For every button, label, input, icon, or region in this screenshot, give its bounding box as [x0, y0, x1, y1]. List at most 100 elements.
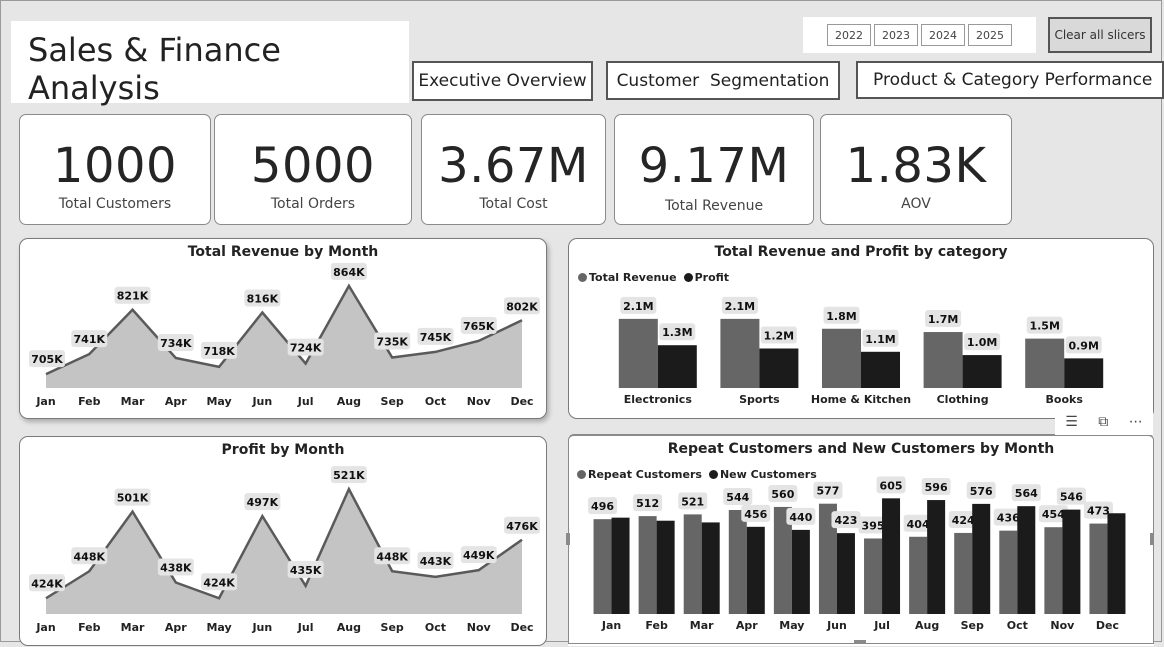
data-label: 576: [970, 485, 993, 498]
data-label: 546: [1060, 491, 1083, 504]
data-label: 724K: [290, 342, 322, 355]
x-tick-label: Aug: [915, 619, 939, 632]
data-label: 596: [925, 481, 948, 494]
revenue-by-month-panel[interactable]: Total Revenue by Month 705K Jan 741K Feb 821…: [19, 238, 547, 419]
kpi-card-aov: 1.83K AOV: [820, 114, 1012, 225]
data-label: 424K: [203, 576, 235, 589]
bar: [656, 520, 675, 614]
data-label: 734K: [160, 337, 192, 350]
year-2023-button[interactable]: 2023: [874, 24, 918, 46]
bar: [836, 533, 855, 614]
bar: [923, 332, 963, 388]
data-label: 765K: [463, 320, 495, 333]
kpi-label: Total Customers: [58, 196, 172, 212]
data-label: 1.1M: [865, 333, 895, 346]
x-tick-label: Aug: [337, 621, 361, 634]
x-tick-label: Oct: [1007, 619, 1028, 632]
bar: [593, 519, 612, 614]
kpi-label: Total Orders: [270, 196, 356, 212]
data-label: 473: [1087, 505, 1110, 518]
x-tick-label: Apr: [736, 619, 758, 632]
x-tick-label: Jun: [251, 395, 272, 408]
data-label: 735K: [376, 335, 408, 348]
kpi-card-total-customers: 1000 Total Customers: [19, 114, 211, 225]
revenue-profit-category-panel[interactable]: Total Revenue and Profit by category Tot…: [568, 238, 1154, 419]
year-slicer: 2022 2023 2024 2025: [803, 17, 1036, 53]
nav-executive-overview[interactable]: Executive Overview: [412, 61, 593, 101]
data-label: 544: [726, 491, 749, 504]
x-tick-label: May: [206, 395, 231, 408]
x-tick-label: Nov: [467, 621, 492, 634]
data-label: 512: [636, 497, 659, 510]
bar: [1025, 338, 1065, 388]
clear-slicers-button[interactable]: Clear all slicers: [1048, 17, 1152, 53]
bar: [962, 355, 1002, 388]
bar: [882, 498, 901, 614]
data-label: 501K: [117, 492, 149, 505]
kpi-label: Total Revenue: [664, 198, 764, 214]
resize-handle-bottom[interactable]: [854, 640, 866, 644]
data-label: 0.9M: [1068, 339, 1098, 352]
bar: [972, 503, 991, 614]
bar: [864, 538, 883, 614]
data-label: 1.2M: [764, 330, 794, 343]
visual-header-toolbar: ☰ ⧉ ⋯: [1055, 409, 1153, 435]
year-2024-button[interactable]: 2024: [921, 24, 965, 46]
data-label: 448K: [74, 550, 106, 563]
data-label: 745K: [420, 331, 452, 344]
data-label: 1.3M: [662, 326, 692, 339]
bar: [720, 318, 760, 388]
resize-handle-left[interactable]: [566, 533, 570, 545]
data-label: 438K: [160, 562, 192, 575]
data-label: 435K: [290, 564, 322, 577]
nav-product-category-performance[interactable]: Product & Category Performance: [856, 61, 1164, 99]
x-tick-label: Feb: [78, 621, 101, 634]
bar: [927, 500, 946, 614]
data-label: 454: [1042, 508, 1065, 521]
focus-mode-icon[interactable]: ⧉: [1098, 414, 1108, 430]
filter-icon[interactable]: ☰: [1065, 414, 1078, 430]
data-label: 497K: [247, 496, 279, 509]
x-tick-label: May: [779, 619, 804, 632]
nav-customer-segmentation[interactable]: Customer Segmentation: [606, 61, 840, 100]
x-tick-label: Aug: [337, 395, 361, 408]
kpi-value: 1000: [52, 138, 178, 194]
resize-handle-right[interactable]: [1150, 533, 1154, 545]
repeat-new-customers-panel[interactable]: Repeat Customers and New Customers by Mo…: [568, 436, 1154, 646]
bar: [861, 351, 900, 388]
data-label: 443K: [420, 555, 452, 568]
data-label: 521: [681, 495, 704, 508]
data-label: 741K: [74, 333, 106, 346]
bar: [683, 514, 702, 614]
x-tick-label: Jun: [251, 621, 272, 634]
data-label: 564: [1015, 487, 1038, 500]
data-label: 705K: [31, 353, 63, 366]
bar: [701, 522, 720, 614]
bar: [791, 529, 810, 614]
profit-by-month-panel[interactable]: Profit by Month 424K Jan 448K Feb 501K Mar 438…: [19, 436, 547, 646]
data-label: 821K: [117, 290, 149, 303]
bar: [822, 328, 861, 388]
x-tick-label: May: [206, 621, 231, 634]
x-tick-label: Oct: [425, 395, 446, 408]
bar: [909, 536, 928, 614]
year-2025-button[interactable]: 2025: [968, 24, 1012, 46]
bar: [638, 516, 657, 614]
year-2022-button[interactable]: 2022: [827, 24, 871, 46]
x-tick-label: Books: [1046, 393, 1084, 406]
data-label: 448K: [376, 550, 408, 563]
data-label: 1.0M: [967, 336, 997, 349]
kpi-value: 5000: [250, 138, 376, 194]
repeat-new-customers-chart: 496 Jan 512 Feb 521 Mar 544 456 Apr 560 440 May 577 4…: [588, 476, 1126, 632]
x-tick-label: Jan: [35, 621, 55, 634]
x-tick-label: Feb: [78, 395, 101, 408]
x-tick-label: Oct: [425, 621, 446, 634]
bar: [728, 510, 747, 614]
data-label: 424: [952, 514, 975, 527]
x-tick-label: Electronics: [624, 393, 693, 406]
data-label: 496: [591, 500, 614, 513]
data-label: 521K: [333, 469, 365, 482]
data-label: 1.5M: [1029, 320, 1059, 333]
more-options-icon[interactable]: ⋯: [1129, 414, 1143, 430]
bar: [1064, 358, 1104, 388]
